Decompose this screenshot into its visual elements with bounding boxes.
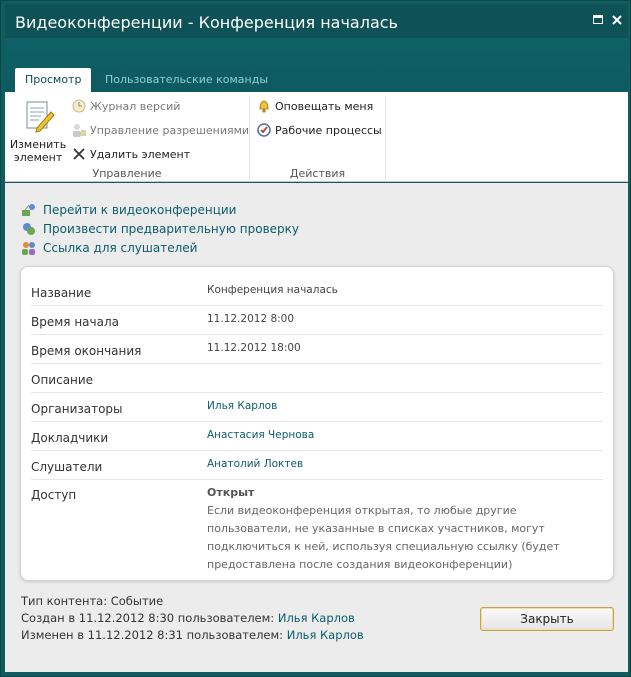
edit-item-label-line1: Изменить — [9, 138, 67, 151]
tab-view[interactable]: Просмотр — [15, 68, 92, 92]
version-history-label: Журнал версий — [90, 99, 181, 113]
field-row-start-time: Время начала 11.12.2012 8:00 — [31, 306, 603, 335]
content-type-text: Тип контента: Событие — [21, 594, 164, 608]
link-label: Ссылка для слушателей — [43, 241, 198, 255]
created-prefix: Создан в 11.12.2012 8:30 пользователем: — [21, 611, 278, 625]
edit-item-icon — [26, 101, 55, 133]
close-icon[interactable] — [610, 13, 624, 27]
delete-item-label: Удалить элемент — [90, 147, 191, 161]
field-row-title: Название Конференция началась — [31, 277, 603, 306]
edit-item-button[interactable]: Изменить элемент — [9, 100, 67, 163]
field-value: 11.12.2012 18:00 — [207, 342, 301, 354]
field-label: Описание — [31, 373, 94, 387]
workflows-button[interactable]: Рабочие процессы — [256, 121, 382, 139]
alert-me-label: Оповещать меня — [275, 99, 374, 113]
field-row-end-time: Время окончания 11.12.2012 18:00 — [31, 335, 603, 364]
bell-icon — [259, 100, 269, 113]
tab-custom-commands[interactable]: Пользовательские команды — [95, 68, 278, 92]
field-label: Доступ — [31, 488, 77, 502]
access-description-line: пользователи, не указанные в списках уча… — [207, 522, 545, 535]
access-value: Открыт — [207, 486, 255, 499]
workflows-label: Рабочие процессы — [275, 123, 382, 137]
field-value: 11.12.2012 8:00 — [207, 313, 295, 325]
edit-item-label-line2: элемент — [13, 151, 63, 164]
modified-prefix: Изменен в 11.12.2012 8:31 пользователем: — [21, 628, 287, 642]
item-content: Перейти к видеоконференции Произвести пр… — [5, 183, 628, 672]
dialog-window: Видеоконференции - Конференция началась … — [0, 0, 631, 677]
field-row-access: Доступ Открыт Если видеоконференция откр… — [31, 480, 603, 572]
delete-item-button[interactable]: Удалить элемент — [71, 145, 190, 163]
modified-info: Изменен в 11.12.2012 8:31 пользователем:… — [21, 628, 364, 642]
workflow-icon — [257, 123, 271, 137]
link-label: Перейти к видеоконференции — [43, 203, 237, 217]
user-link[interactable]: Анастасия Чернова — [207, 429, 314, 441]
created-info: Создан в 11.12.2012 8:30 пользователем: … — [21, 611, 355, 625]
video-link-icon — [22, 204, 35, 216]
manage-permissions-label: Управление разрешениями — [90, 123, 250, 137]
link-precheck[interactable]: Произвести предварительную проверку — [21, 221, 299, 237]
permissions-icon — [73, 124, 86, 137]
field-label: Время окончания — [31, 344, 142, 358]
alert-me-button[interactable]: Оповещать меня — [256, 97, 373, 115]
ribbon-group-manage: Изменить элемент Журнал версий Управлени… — [5, 92, 249, 182]
delete-icon — [73, 148, 85, 160]
manage-permissions-button[interactable]: Управление разрешениями — [71, 121, 249, 139]
ribbon: Изменить элемент Журнал версий Управлени… — [5, 92, 628, 182]
field-row-listeners: Слушатели Анатолий Локтев — [31, 451, 603, 480]
access-description-line: Если видеоконференция открытая, то любые… — [207, 504, 517, 517]
link-listeners[interactable]: Ссылка для слушателей — [21, 240, 197, 256]
ribbon-group-actions: Оповещать меня Рабочие процессы Действия — [250, 92, 385, 182]
window-title: Видеоконференции - Конференция началась — [15, 13, 398, 32]
field-row-organizers: Организаторы Илья Карлов — [31, 393, 603, 422]
properties-card: Название Конференция началась Время нача… — [20, 266, 614, 581]
people-link-icon — [22, 242, 35, 255]
field-row-speakers: Докладчики Анастасия Чернова — [31, 422, 603, 451]
user-link[interactable]: Анатолий Локтев — [207, 458, 303, 470]
close-button[interactable]: Закрыть — [480, 607, 614, 631]
created-user-link[interactable]: Илья Карлов — [278, 611, 355, 625]
clock-icon — [72, 99, 86, 113]
title-bar: Видеоконференции - Конференция началась — [5, 4, 628, 38]
maximize-icon[interactable] — [591, 13, 605, 27]
link-join-conference[interactable]: Перейти к видеоконференции — [21, 202, 236, 218]
field-row-description: Описание — [31, 364, 603, 393]
field-label: Название — [31, 286, 92, 300]
access-description-line: предоставлена после создания видеоконфер… — [207, 558, 513, 571]
field-label: Докладчики — [31, 431, 109, 445]
user-link[interactable]: Илья Карлов — [207, 400, 277, 412]
access-description: Если видеоконференция открытая, то любые… — [207, 502, 567, 574]
group-label-actions: Действия — [289, 167, 346, 180]
field-value: Конференция началась — [207, 284, 338, 296]
group-label-manage: Управление — [92, 167, 162, 180]
link-label: Произвести предварительную проверку — [43, 222, 300, 236]
modified-user-link[interactable]: Илья Карлов — [287, 628, 364, 642]
field-label: Слушатели — [31, 460, 103, 474]
check-link-icon — [23, 223, 35, 235]
field-label: Организаторы — [31, 402, 123, 416]
access-description-line: подключиться к ней, используя специальну… — [207, 540, 560, 553]
ribbon-divider — [385, 96, 386, 180]
version-history-button[interactable]: Журнал версий — [71, 97, 180, 115]
ribbon-tab-strip: Просмотр Пользовательские команды — [5, 38, 628, 92]
field-label: Время начала — [31, 315, 119, 329]
